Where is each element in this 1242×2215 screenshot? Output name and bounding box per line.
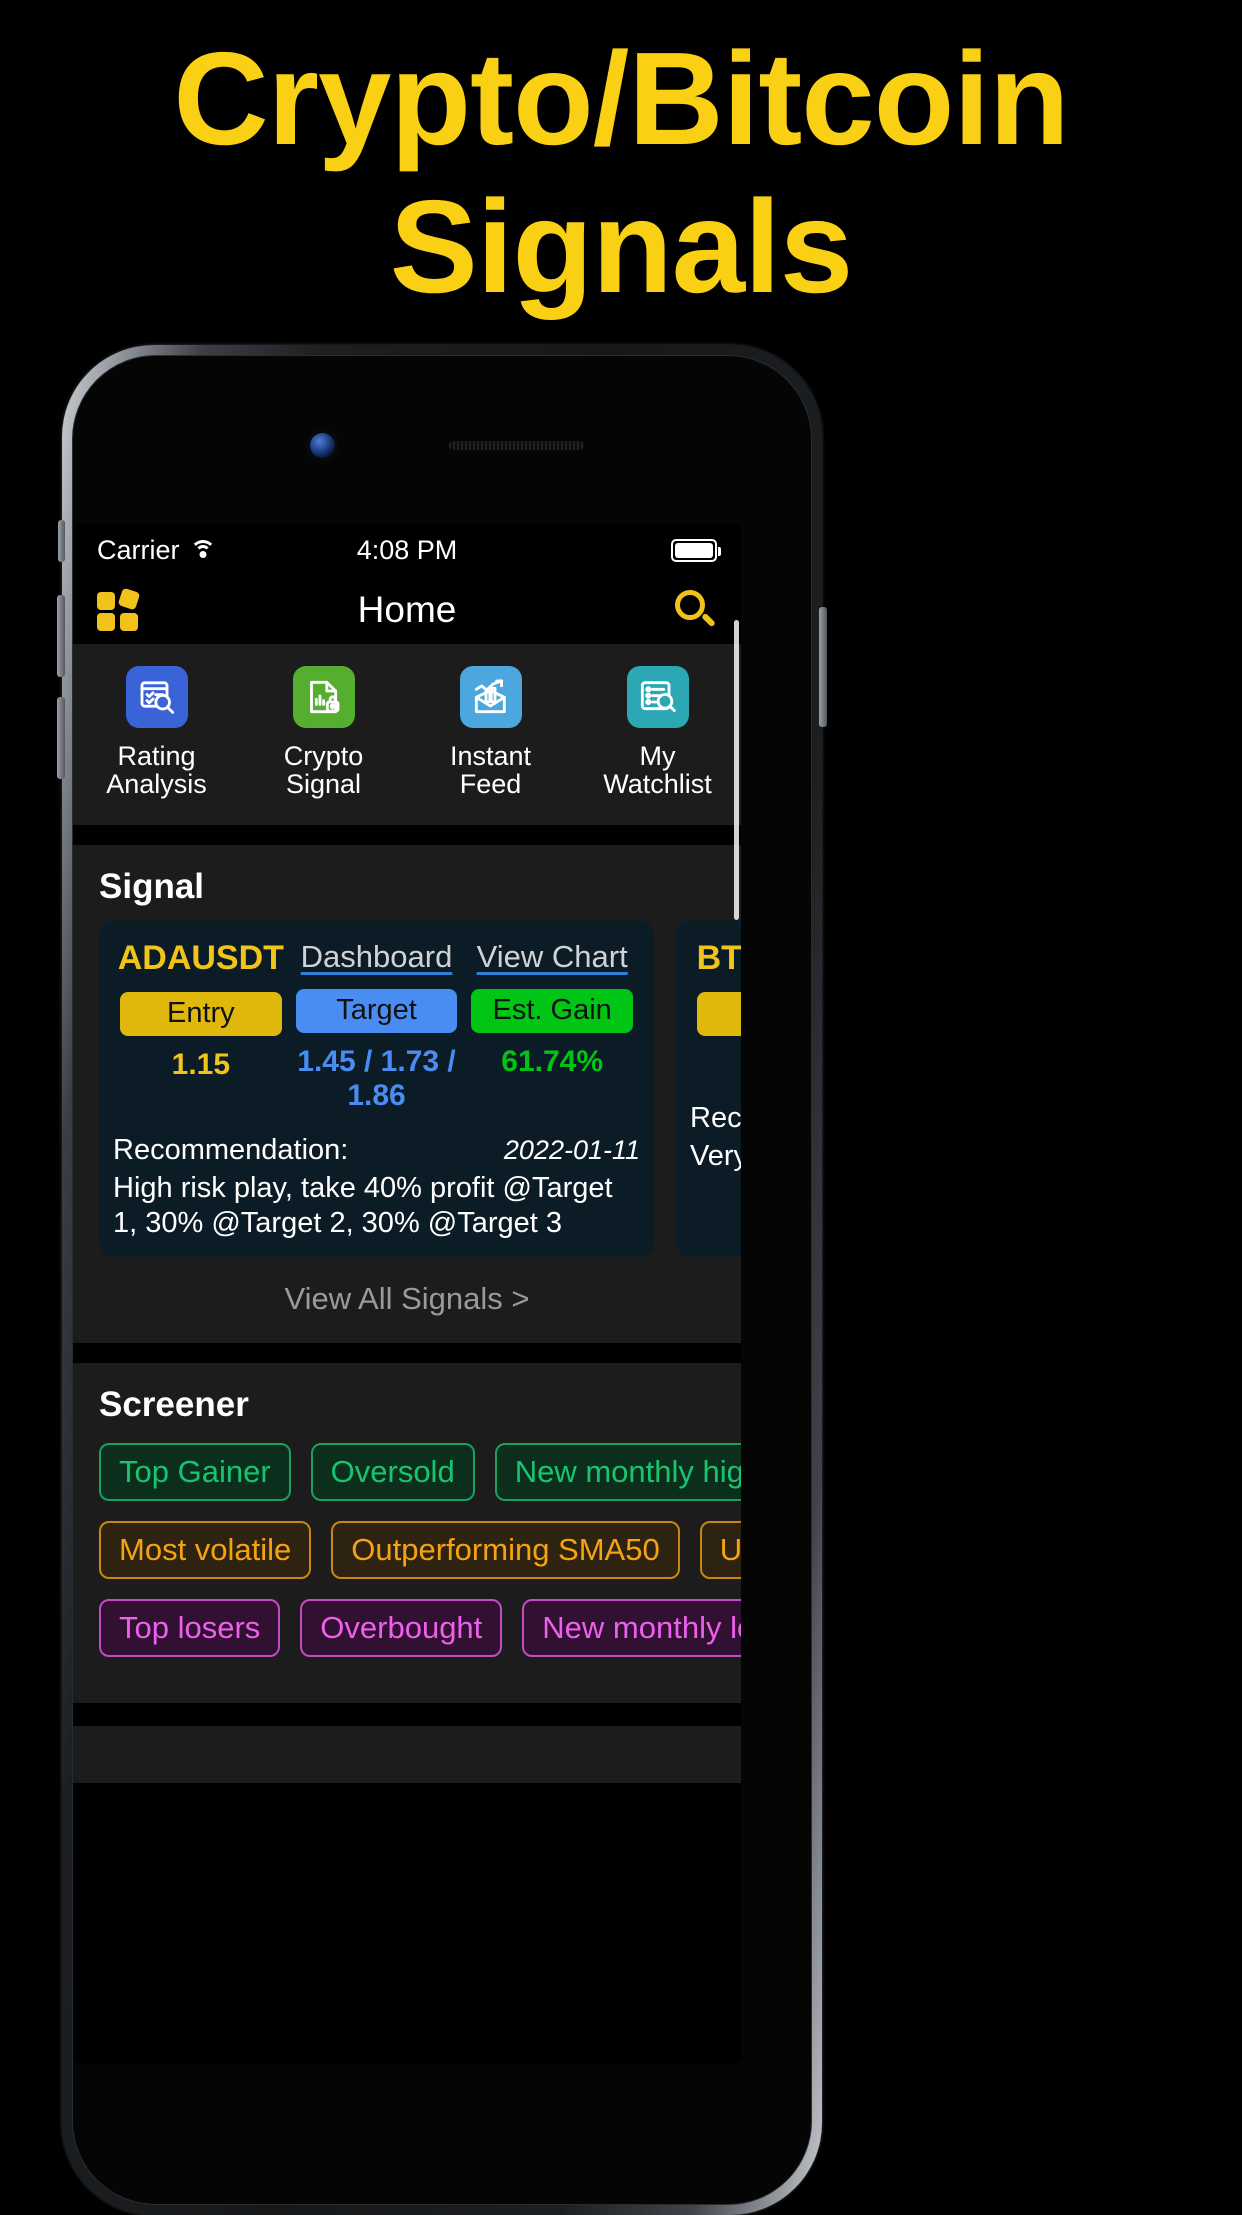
status-bar-clock: 4:08 PM: [356, 534, 458, 565]
shortcut-my-watchlist[interactable]: My Watchlist: [583, 666, 733, 799]
shortcut-instant-feed[interactable]: Instant Feed: [416, 666, 566, 799]
signal-entry-column: ADAUSDT Entry 1.15: [113, 939, 289, 1114]
vertical-scrollbar[interactable]: [734, 620, 739, 920]
envelope-chart-trend-icon: [459, 666, 522, 728]
signal-entry-column: BTCUSDT Entry 3: [690, 939, 741, 1083]
shortcut-label: Instant Feed: [449, 741, 532, 800]
signal-section: Signal ADAUSDT Entry 1.15 Dashboard Targ…: [73, 844, 741, 1344]
screener-chip-row-pink: Top losers Overbought New monthly low Ne…: [99, 1599, 741, 1658]
signal-card-carousel[interactable]: ADAUSDT Entry 1.15 Dashboard Target 1.45…: [73, 920, 741, 1258]
entry-badge: Entry: [697, 991, 741, 1036]
search-icon[interactable]: [673, 588, 717, 632]
entry-badge: Entry: [120, 991, 282, 1036]
recommendation-text: High risk play, take 40% profit @Target …: [113, 1171, 613, 1240]
shortcut-label: Crypto Signal: [283, 741, 364, 800]
target-badge: Target: [295, 988, 458, 1033]
signal-section-title: Signal: [99, 866, 205, 906]
screener-chip[interactable]: Overbought: [300, 1599, 503, 1658]
screener-chip[interactable]: Top Gainer: [99, 1443, 291, 1502]
signal-card-header: BTCUSDT Entry 3 Dashboard Target: [690, 939, 741, 1083]
screener-chip-groups: Top Gainer Oversold New monthly high New…: [73, 1439, 741, 1703]
shortcuts-row: Rating Analysis Crypto Signal Instant Fe…: [73, 644, 741, 825]
navigation-bar: Home: [73, 576, 741, 644]
power-button[interactable]: [819, 607, 827, 727]
signal-gain-column: View Chart Est. Gain 61.74%: [464, 939, 640, 1114]
status-bar: Carrier 4:08 PM: [73, 524, 741, 576]
promo-line-2: Signals: [389, 172, 853, 320]
signal-card-header: ADAUSDT Entry 1.15 Dashboard Target 1.45…: [113, 939, 640, 1114]
screener-section-title: Screener: [99, 1385, 249, 1425]
recommendation-text: Very @Target: [690, 1140, 741, 1173]
screen-wrapper: Carrier 4:08 PM Home Rating Analysis Cry…: [73, 356, 813, 2206]
view-chart-link[interactable]: View Chart: [477, 939, 628, 975]
est-gain-value: 61.74%: [501, 1044, 604, 1078]
recommendation-label: Recommendation:: [690, 1102, 741, 1135]
screener-chip-row-orange: Most volatile Outperforming SMA50 Underp…: [99, 1521, 741, 1580]
shortcut-crypto-signal[interactable]: Crypto Signal: [249, 666, 399, 799]
front-camera: [310, 433, 335, 458]
screener-chip[interactable]: Oversold: [310, 1443, 475, 1502]
phone-bezel: Carrier 4:08 PM Home Rating Analysis Cry…: [72, 355, 812, 2205]
volume-down-button[interactable]: [57, 697, 65, 779]
screener-chip[interactable]: New monthly low: [522, 1599, 741, 1658]
screener-chip[interactable]: Top losers: [99, 1599, 281, 1658]
promo-banner: Crypto/Bitcoin Signals: [0, 0, 1242, 345]
signal-target-column: Dashboard Target 1.45 / 1.73 / 1.86: [289, 939, 465, 1114]
silent-switch[interactable]: [58, 520, 65, 562]
recommendation-header: Recommendation:: [690, 1102, 741, 1135]
next-section-placeholder: [73, 1723, 741, 1784]
screener-chip[interactable]: Underperforming SMA50: [699, 1521, 741, 1580]
signal-date: 2022-01-11: [503, 1134, 640, 1165]
screener-chip[interactable]: Outperforming SMA50: [331, 1521, 680, 1580]
view-all-signals-link[interactable]: View All Signals >: [73, 1257, 741, 1343]
screener-chip[interactable]: New monthly high: [494, 1443, 741, 1502]
status-bar-right: [671, 538, 721, 562]
shortcut-label: My Watchlist: [603, 741, 712, 800]
entry-value: 1.15: [171, 1047, 231, 1081]
target-value: 1.45 / 1.73 / 1.86: [297, 1044, 456, 1113]
list-search-icon: [626, 666, 689, 728]
signal-symbol: BTCUSDT: [696, 938, 741, 977]
recommendation-label: Recommendation:: [113, 1133, 349, 1166]
section-divider: [73, 1343, 741, 1364]
signal-symbol: ADAUSDT: [117, 938, 284, 977]
screener-section: Screener Top Gainer Oversold New monthly…: [73, 1363, 741, 1704]
dashboard-link[interactable]: Dashboard: [301, 939, 453, 975]
screener-chip-row-green: Top Gainer Oversold New monthly high New…: [99, 1443, 741, 1502]
phone-device-frame: Carrier 4:08 PM Home Rating Analysis Cry…: [57, 345, 827, 2215]
app-screen: Carrier 4:08 PM Home Rating Analysis Cry…: [73, 524, 741, 2064]
recommendation-header: Recommendation: 2022-01-11: [113, 1134, 640, 1167]
section-divider: [73, 824, 741, 845]
screener-chip[interactable]: Most volatile: [99, 1521, 312, 1580]
earpiece-speaker: [449, 441, 584, 450]
shortcut-rating-analysis[interactable]: Rating Analysis: [82, 666, 232, 799]
battery-icon: [671, 538, 721, 562]
section-divider: [73, 1703, 741, 1724]
volume-up-button[interactable]: [57, 595, 65, 677]
signal-card[interactable]: ADAUSDT Entry 1.15 Dashboard Target 1.45…: [99, 920, 654, 1258]
est-gain-badge: Est. Gain: [471, 988, 633, 1033]
signal-card[interactable]: BTCUSDT Entry 3 Dashboard Target: [676, 920, 741, 1258]
promo-line-1: Crypto/Bitcoin: [173, 24, 1069, 172]
page-title: Home: [357, 589, 457, 630]
shortcut-label: Rating Analysis: [106, 741, 207, 800]
document-chart-lock-icon: [292, 666, 355, 728]
document-search-icon: [125, 666, 188, 728]
